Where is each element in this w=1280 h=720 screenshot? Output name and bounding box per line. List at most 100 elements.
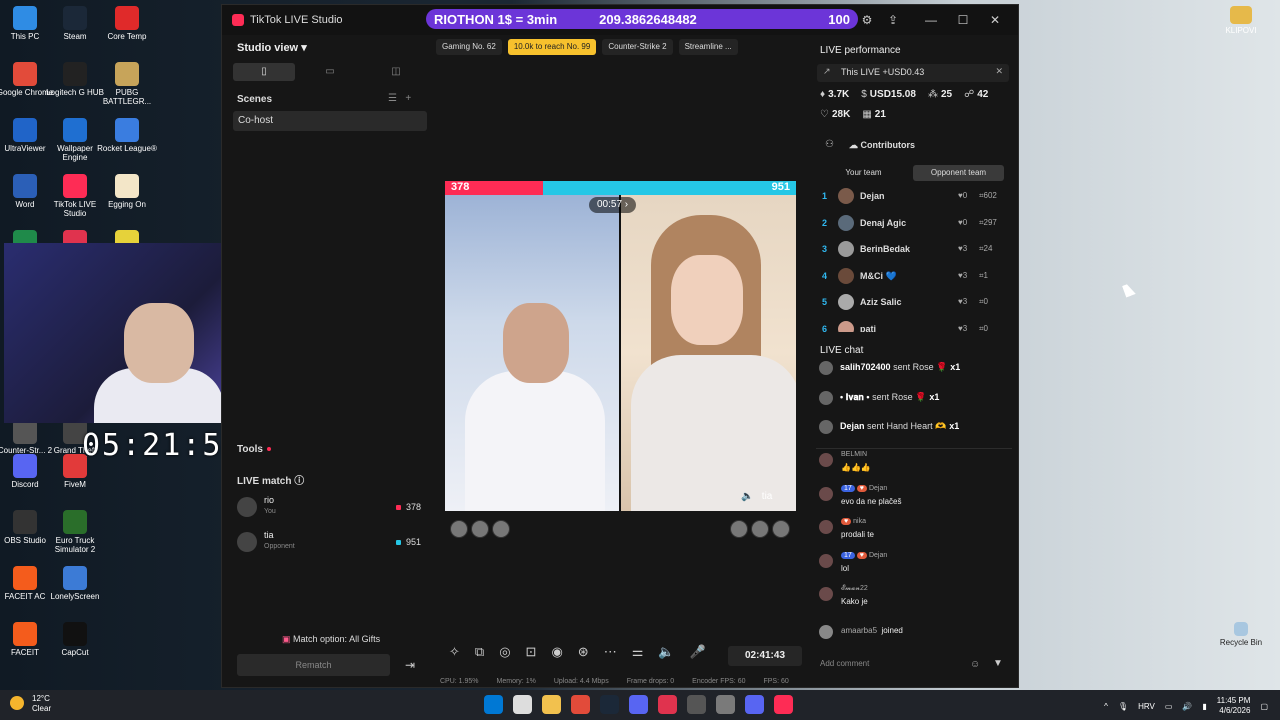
- avatar: [819, 587, 833, 601]
- desktop-icon[interactable]: Wallpaper Engine: [45, 118, 105, 162]
- volume-icon[interactable]: 🔊: [1182, 702, 1192, 711]
- scene-item-co-host[interactable]: Co-host: [233, 111, 427, 131]
- stat-item: FPS: 60: [763, 678, 789, 685]
- tab-your-team[interactable]: Your team: [818, 165, 909, 181]
- mic-icon[interactable]: 🎙: [1118, 702, 1128, 711]
- match-player-row: rio You 378: [237, 495, 427, 521]
- tab-landscape[interactable]: ▭: [299, 63, 361, 81]
- taskbar-app-icon[interactable]: [542, 695, 561, 714]
- avatar: [819, 553, 833, 568]
- list-icon[interactable]: ☰: [388, 93, 397, 104]
- tab-opponent-team[interactable]: Opponent team: [913, 165, 1004, 181]
- desktop-icon[interactable]: TikTok LIVE Studio: [45, 174, 105, 218]
- contributor-name: Dejan: [860, 191, 885, 201]
- player-score: 951: [396, 537, 421, 547]
- screenshot-icon[interactable]: ⊡: [526, 644, 537, 660]
- tab-split[interactable]: ◫: [365, 63, 427, 81]
- gifter-avatar[interactable]: [492, 520, 510, 538]
- gifter-avatar[interactable]: [751, 520, 769, 538]
- invite-user-icon[interactable]: ⚇: [825, 139, 834, 150]
- gifter-avatar[interactable]: [772, 520, 790, 538]
- app-icon: [63, 622, 87, 646]
- taskbar-app-icon[interactable]: [687, 695, 706, 714]
- chevron-up-icon[interactable]: ^: [1104, 702, 1108, 711]
- taskbar-app-icon[interactable]: [774, 695, 793, 714]
- gifter-avatar[interactable]: [450, 520, 468, 538]
- mic-icon[interactable]: 🎤: [690, 644, 706, 660]
- close-icon[interactable]: ✕: [995, 66, 1003, 77]
- tab-portrait[interactable]: ▯: [233, 63, 295, 81]
- more-icon[interactable]: ⋯: [604, 644, 617, 660]
- desktop-icon[interactable]: Egging On: [97, 174, 157, 209]
- rematch-button[interactable]: Rematch: [237, 654, 390, 676]
- match-option[interactable]: ▣ Match option: All Gifts: [282, 634, 380, 645]
- desktop-icon[interactable]: Euro Truck Simulator 2: [45, 510, 105, 554]
- ranking-chip[interactable]: Streamline ...: [678, 39, 738, 55]
- desktop-icon[interactable]: Core Temp: [97, 6, 157, 41]
- settings-icon[interactable]: ⚙: [860, 13, 874, 27]
- contributor-rank: 3: [822, 244, 828, 254]
- minimize-icon[interactable]: —: [924, 13, 938, 27]
- pin-icon[interactable]: ⇪: [886, 13, 900, 27]
- filter-icon[interactable]: ▼: [993, 658, 1003, 669]
- gifter-avatar[interactable]: [471, 520, 489, 538]
- add-comment-input[interactable]: Add comment: [816, 654, 986, 674]
- taskbar-app-icon[interactable]: [571, 695, 590, 714]
- camera-icon[interactable]: ⊛: [578, 644, 589, 660]
- system-clock[interactable]: 11:45 PM 4/6/2026: [1217, 696, 1251, 716]
- battery-icon[interactable]: ▮: [1202, 702, 1206, 711]
- taskbar-app-icon[interactable]: [745, 695, 764, 714]
- contributor-row[interactable]: 6 pati ♥3 ⌗0: [822, 320, 1006, 332]
- ranking-chip[interactable]: 10.0k to reach No. 99: [507, 39, 597, 55]
- taskbar-app-icon[interactable]: [513, 695, 532, 714]
- taskbar-app-icon[interactable]: [658, 695, 677, 714]
- contributor-row[interactable]: 5 Aziz Salic ♥3 ⌗0: [822, 293, 1006, 313]
- desktop-icon-klipovi[interactable]: KLIPOVI: [1211, 6, 1271, 35]
- desktop-icon-recycle-bin[interactable]: Recycle Bin: [1211, 622, 1271, 647]
- magic-icon[interactable]: ✧: [449, 644, 460, 660]
- help-icon[interactable]: ⓘ: [294, 476, 304, 487]
- performance-metrics: 3.7K USD15.08 25 42 28K 21: [820, 89, 988, 129]
- gift-event: Dejan sent Hand Heart 🫶 x1: [819, 418, 1009, 436]
- studio-view-dropdown[interactable]: Studio view ▾: [237, 41, 307, 54]
- weather-icon: [10, 696, 24, 710]
- add-scene-icon[interactable]: +: [405, 93, 411, 104]
- taskbar-app-icon[interactable]: [716, 695, 735, 714]
- mixer-icon[interactable]: ⚌: [632, 644, 644, 660]
- app-icon: [115, 6, 139, 30]
- desktop-icon[interactable]: Rocket League®: [97, 118, 157, 153]
- layout-icon[interactable]: ⧉: [475, 644, 484, 660]
- speaker-icon[interactable]: 🔈: [741, 491, 753, 502]
- system-tray: ^ 🎙 HRV ▭ 🔊 ▮ 11:45 PM 4/6/2026 ▢: [1104, 696, 1268, 716]
- ranking-chip[interactable]: Counter-Strike 2: [602, 39, 673, 55]
- record-icon[interactable]: ◉: [551, 644, 562, 660]
- desktop-icon[interactable]: CapCut: [45, 622, 105, 657]
- opponent-score: 951: [771, 181, 790, 193]
- notification-icon[interactable]: ▢: [1260, 702, 1268, 711]
- contributor-row[interactable]: 3 BerinBedak ♥3 ⌗24: [822, 240, 1006, 260]
- taskbar-app-icon[interactable]: [629, 695, 648, 714]
- desktop-icon[interactable]: PUBG BATTLEGR...: [97, 62, 157, 106]
- desktop-icon[interactable]: Logitech G HUB: [45, 62, 105, 97]
- gifter-avatar[interactable]: [730, 520, 748, 538]
- weather-widget[interactable]: 12°C Clear: [10, 694, 51, 713]
- network-icon[interactable]: ▭: [1165, 702, 1173, 711]
- contributor-row[interactable]: 4 M&Ci 💙 ♥3 ⌗1: [822, 267, 1006, 287]
- battle-timer[interactable]: 00:57 ›: [589, 197, 637, 213]
- volume-icon[interactable]: 🔈: [658, 644, 674, 660]
- contributor-row[interactable]: 1 Dejan ♥0 ⌗602: [822, 187, 1006, 207]
- maximize-icon[interactable]: ☐: [956, 13, 970, 27]
- desktop-icon[interactable]: Steam: [45, 6, 105, 41]
- exit-match-icon[interactable]: ⇥: [402, 657, 418, 673]
- emoji-icon[interactable]: ☺: [970, 659, 980, 670]
- contributor-name: M&Ci 💙: [860, 270, 897, 281]
- contributor-row[interactable]: 2 Denaj Agic ♥0 ⌗297: [822, 214, 1006, 234]
- close-icon[interactable]: ✕: [988, 13, 1002, 27]
- taskbar-app-icon[interactable]: [600, 695, 619, 714]
- language-indicator[interactable]: HRV: [1138, 702, 1155, 711]
- desktop-icon[interactable]: LonelyScreen: [45, 566, 105, 601]
- effects-icon[interactable]: ◎: [499, 644, 510, 660]
- ranking-chip[interactable]: Gaming No. 62: [436, 39, 502, 55]
- taskbar-app-icon[interactable]: [484, 695, 503, 714]
- avatar: [237, 532, 257, 552]
